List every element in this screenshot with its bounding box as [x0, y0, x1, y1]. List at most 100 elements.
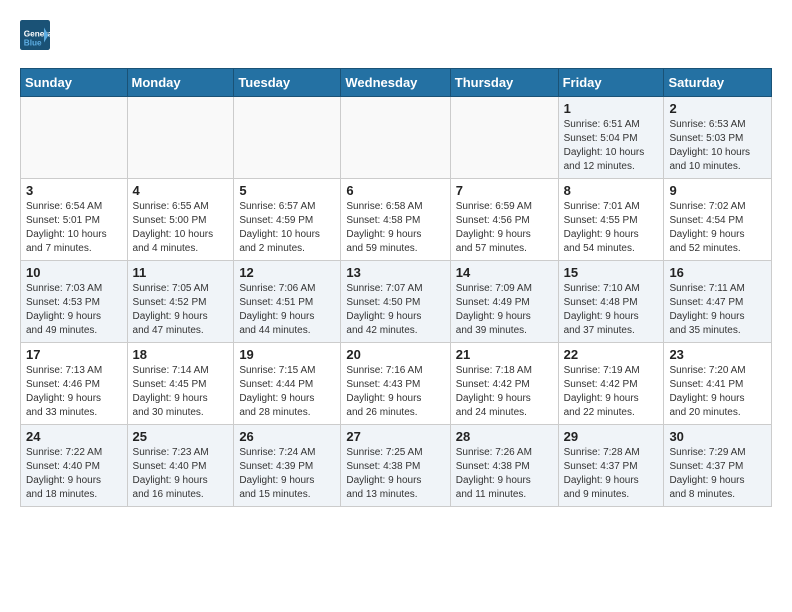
- day-info: Sunrise: 7:25 AM Sunset: 4:38 PM Dayligh…: [346, 446, 444, 502]
- weekday-header-sunday: Sunday: [21, 69, 128, 97]
- day-info: Sunrise: 7:03 AM Sunset: 4:53 PM Dayligh…: [26, 282, 122, 338]
- calendar-day-18: 18 Sunrise: 7:14 AM Sunset: 4:45 PM Dayli…: [127, 343, 234, 425]
- calendar-day-25: 25 Sunrise: 7:23 AM Sunset: 4:40 PM Dayli…: [127, 425, 234, 507]
- day-info: Sunrise: 6:53 AM Sunset: 5:03 PM Dayligh…: [669, 118, 766, 174]
- day-info: Sunrise: 7:09 AM Sunset: 4:49 PM Dayligh…: [456, 282, 553, 338]
- day-number: 27: [346, 429, 444, 444]
- calendar-day-3: 3 Sunrise: 6:54 AM Sunset: 5:01 PM Daylig…: [21, 179, 128, 261]
- calendar-day-29: 29 Sunrise: 7:28 AM Sunset: 4:37 PM Dayli…: [558, 425, 664, 507]
- calendar: SundayMondayTuesdayWednesdayThursdayFrid…: [20, 68, 772, 507]
- calendar-day-19: 19 Sunrise: 7:15 AM Sunset: 4:44 PM Dayli…: [234, 343, 341, 425]
- day-number: 9: [669, 183, 766, 198]
- day-info: Sunrise: 7:14 AM Sunset: 4:45 PM Dayligh…: [133, 364, 229, 420]
- calendar-day-7: 7 Sunrise: 6:59 AM Sunset: 4:56 PM Daylig…: [450, 179, 558, 261]
- calendar-header-row: SundayMondayTuesdayWednesdayThursdayFrid…: [21, 69, 772, 97]
- day-info: Sunrise: 7:06 AM Sunset: 4:51 PM Dayligh…: [239, 282, 335, 338]
- weekday-header-thursday: Thursday: [450, 69, 558, 97]
- calendar-week-row: 3 Sunrise: 6:54 AM Sunset: 5:01 PM Daylig…: [21, 179, 772, 261]
- day-info: Sunrise: 7:19 AM Sunset: 4:42 PM Dayligh…: [564, 364, 659, 420]
- weekday-header-tuesday: Tuesday: [234, 69, 341, 97]
- day-number: 13: [346, 265, 444, 280]
- calendar-day-28: 28Sunrise: 7:26 AM Sunset: 4:38 PM Dayli…: [450, 425, 558, 507]
- day-info: Sunrise: 7:16 AM Sunset: 4:43 PM Dayligh…: [346, 364, 444, 420]
- day-number: 3: [26, 183, 122, 198]
- day-info: Sunrise: 7:28 AM Sunset: 4:37 PM Dayligh…: [564, 446, 659, 502]
- weekday-header-wednesday: Wednesday: [341, 69, 450, 97]
- day-number: 6: [346, 183, 444, 198]
- day-info: Sunrise: 6:51 AM Sunset: 5:04 PM Dayligh…: [564, 118, 659, 174]
- day-number: 21: [456, 347, 553, 362]
- day-info: Sunrise: 6:54 AM Sunset: 5:01 PM Dayligh…: [26, 200, 122, 256]
- day-info: Sunrise: 7:07 AM Sunset: 4:50 PM Dayligh…: [346, 282, 444, 338]
- weekday-header-friday: Friday: [558, 69, 664, 97]
- day-number: 12: [239, 265, 335, 280]
- day-number: 2: [669, 101, 766, 116]
- day-info: Sunrise: 6:58 AM Sunset: 4:58 PM Dayligh…: [346, 200, 444, 256]
- day-info: Sunrise: 7:13 AM Sunset: 4:46 PM Dayligh…: [26, 364, 122, 420]
- calendar-day-6: 6 Sunrise: 6:58 AM Sunset: 4:58 PM Daylig…: [341, 179, 450, 261]
- day-info: Sunrise: 7:24 AM Sunset: 4:39 PM Dayligh…: [239, 446, 335, 502]
- calendar-week-row: 10Sunrise: 7:03 AM Sunset: 4:53 PM Dayli…: [21, 261, 772, 343]
- calendar-day-21: 21 Sunrise: 7:18 AM Sunset: 4:42 PM Dayli…: [450, 343, 558, 425]
- day-number: 11: [133, 265, 229, 280]
- day-number: 4: [133, 183, 229, 198]
- calendar-day-empty: [21, 97, 128, 179]
- day-info: Sunrise: 6:55 AM Sunset: 5:00 PM Dayligh…: [133, 200, 229, 256]
- calendar-day-11: 11Sunrise: 7:05 AM Sunset: 4:52 PM Dayli…: [127, 261, 234, 343]
- calendar-week-row: 24Sunrise: 7:22 AM Sunset: 4:40 PM Dayli…: [21, 425, 772, 507]
- calendar-day-17: 17 Sunrise: 7:13 AM Sunset: 4:46 PM Dayli…: [21, 343, 128, 425]
- calendar-week-row: 1 Sunrise: 6:51 AM Sunset: 5:04 PM Daylig…: [21, 97, 772, 179]
- calendar-week-row: 17 Sunrise: 7:13 AM Sunset: 4:46 PM Dayli…: [21, 343, 772, 425]
- calendar-day-24: 24Sunrise: 7:22 AM Sunset: 4:40 PM Dayli…: [21, 425, 128, 507]
- day-info: Sunrise: 6:59 AM Sunset: 4:56 PM Dayligh…: [456, 200, 553, 256]
- day-number: 7: [456, 183, 553, 198]
- day-number: 5: [239, 183, 335, 198]
- day-number: 29: [564, 429, 659, 444]
- day-number: 22: [564, 347, 659, 362]
- calendar-day-16: 16 Sunrise: 7:11 AM Sunset: 4:47 PM Dayli…: [664, 261, 772, 343]
- day-info: Sunrise: 7:10 AM Sunset: 4:48 PM Dayligh…: [564, 282, 659, 338]
- calendar-day-5: 5 Sunrise: 6:57 AM Sunset: 4:59 PM Daylig…: [234, 179, 341, 261]
- day-info: Sunrise: 7:15 AM Sunset: 4:44 PM Dayligh…: [239, 364, 335, 420]
- calendar-day-4: 4 Sunrise: 6:55 AM Sunset: 5:00 PM Daylig…: [127, 179, 234, 261]
- day-info: Sunrise: 7:20 AM Sunset: 4:41 PM Dayligh…: [669, 364, 766, 420]
- day-number: 14: [456, 265, 553, 280]
- day-info: Sunrise: 7:29 AM Sunset: 4:37 PM Dayligh…: [669, 446, 766, 502]
- calendar-day-23: 23 Sunrise: 7:20 AM Sunset: 4:41 PM Dayli…: [664, 343, 772, 425]
- day-number: 1: [564, 101, 659, 116]
- day-info: Sunrise: 7:18 AM Sunset: 4:42 PM Dayligh…: [456, 364, 553, 420]
- day-number: 26: [239, 429, 335, 444]
- day-number: 25: [133, 429, 229, 444]
- day-number: 19: [239, 347, 335, 362]
- calendar-day-10: 10Sunrise: 7:03 AM Sunset: 4:53 PM Dayli…: [21, 261, 128, 343]
- calendar-day-20: 20 Sunrise: 7:16 AM Sunset: 4:43 PM Dayli…: [341, 343, 450, 425]
- day-info: Sunrise: 7:02 AM Sunset: 4:54 PM Dayligh…: [669, 200, 766, 256]
- calendar-day-empty: [127, 97, 234, 179]
- calendar-day-13: 13 Sunrise: 7:07 AM Sunset: 4:50 PM Dayli…: [341, 261, 450, 343]
- calendar-day-2: 2 Sunrise: 6:53 AM Sunset: 5:03 PM Daylig…: [664, 97, 772, 179]
- day-info: Sunrise: 7:23 AM Sunset: 4:40 PM Dayligh…: [133, 446, 229, 502]
- calendar-day-14: 14 Sunrise: 7:09 AM Sunset: 4:49 PM Dayli…: [450, 261, 558, 343]
- day-number: 23: [669, 347, 766, 362]
- day-info: Sunrise: 7:01 AM Sunset: 4:55 PM Dayligh…: [564, 200, 659, 256]
- svg-text:Blue: Blue: [24, 39, 42, 48]
- day-number: 18: [133, 347, 229, 362]
- day-info: Sunrise: 7:22 AM Sunset: 4:40 PM Dayligh…: [26, 446, 122, 502]
- calendar-day-30: 30Sunrise: 7:29 AM Sunset: 4:37 PM Dayli…: [664, 425, 772, 507]
- day-number: 16: [669, 265, 766, 280]
- calendar-day-22: 22 Sunrise: 7:19 AM Sunset: 4:42 PM Dayli…: [558, 343, 664, 425]
- calendar-day-8: 8 Sunrise: 7:01 AM Sunset: 4:55 PM Daylig…: [558, 179, 664, 261]
- calendar-day-26: 26 Sunrise: 7:24 AM Sunset: 4:39 PM Dayli…: [234, 425, 341, 507]
- weekday-header-monday: Monday: [127, 69, 234, 97]
- calendar-day-15: 15 Sunrise: 7:10 AM Sunset: 4:48 PM Dayli…: [558, 261, 664, 343]
- day-number: 15: [564, 265, 659, 280]
- day-number: 17: [26, 347, 122, 362]
- day-info: Sunrise: 6:57 AM Sunset: 4:59 PM Dayligh…: [239, 200, 335, 256]
- day-info: Sunrise: 7:11 AM Sunset: 4:47 PM Dayligh…: [669, 282, 766, 338]
- calendar-day-9: 9 Sunrise: 7:02 AM Sunset: 4:54 PM Daylig…: [664, 179, 772, 261]
- day-number: 28: [456, 429, 553, 444]
- day-number: 8: [564, 183, 659, 198]
- day-number: 20: [346, 347, 444, 362]
- calendar-day-1: 1 Sunrise: 6:51 AM Sunset: 5:04 PM Daylig…: [558, 97, 664, 179]
- logo-icon: General Blue: [20, 20, 50, 50]
